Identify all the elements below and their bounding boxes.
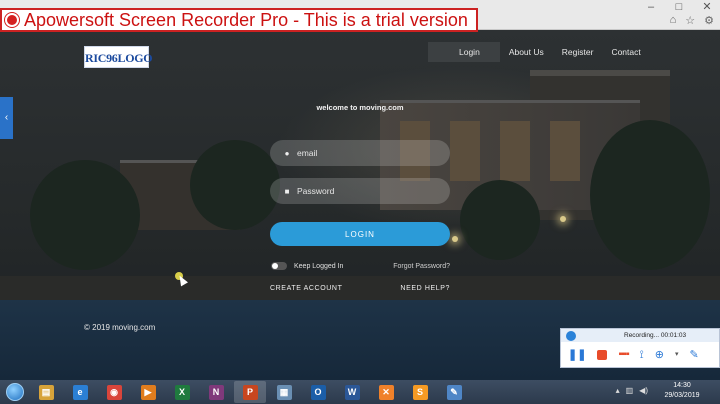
volume-icon[interactable]: ◀) — [639, 386, 648, 395]
password-field[interactable] — [297, 186, 447, 196]
outlook-icon: O — [310, 384, 326, 400]
taskbar-app[interactable]: ✎ — [438, 381, 470, 403]
create-account-link[interactable]: CREATE ACCOUNT — [270, 285, 342, 292]
taskbar-app[interactable]: N — [200, 381, 232, 403]
marker-icon[interactable]: ⟟ — [640, 348, 644, 362]
powerpoint-icon: P — [242, 384, 258, 400]
background-tree — [30, 160, 140, 270]
paint-icon: ✎ — [446, 384, 462, 400]
taskbar-app[interactable]: P — [234, 381, 266, 403]
recorder-logo-icon — [5, 13, 19, 27]
taskbar-app[interactable]: O — [302, 381, 334, 403]
background-tree — [460, 180, 540, 260]
minimize-icon[interactable]: – — [644, 0, 658, 14]
clock-time: 14:30 — [673, 382, 691, 389]
recorder-toolbar: ❚❚ ▪▪▪▪ ⟟ ⊕ ▾ ✎ — [561, 342, 719, 368]
photos-icon: ▦ — [276, 384, 292, 400]
copyright: © 2019 moving.com — [84, 323, 156, 332]
window-controls: – □ ✕ — [644, 0, 714, 14]
taskbar-app[interactable]: e — [64, 381, 96, 403]
clock[interactable]: 14:30 29/03/2019 — [652, 381, 712, 401]
taskbar-app[interactable]: ◉ — [98, 381, 130, 403]
lamp — [452, 236, 458, 242]
lock-icon: ■ — [284, 186, 290, 196]
recording-status: Recording... 00:01:03 — [624, 332, 687, 339]
close-icon[interactable]: ✕ — [700, 0, 714, 14]
email-field-wrapper: ● — [270, 140, 450, 166]
background-tree — [190, 140, 280, 230]
nav-register[interactable]: Register — [553, 42, 603, 62]
onenote-icon: N — [208, 384, 224, 400]
taskbar-app[interactable]: ▦ — [268, 381, 300, 403]
word-icon: W — [344, 384, 360, 400]
chevron-down-icon[interactable]: ▾ — [675, 348, 679, 362]
pause-icon[interactable]: ❚❚ — [568, 348, 586, 362]
taskbar-app[interactable]: S — [404, 381, 436, 403]
taskbar-app[interactable]: ▶ — [132, 381, 164, 403]
welcome-heading: welcome to moving.com — [316, 103, 404, 112]
nav-login[interactable]: Login — [428, 42, 500, 62]
need-help-link[interactable]: NEED HELP? — [400, 285, 450, 292]
pen-icon[interactable]: ✎ — [689, 348, 698, 362]
home-icon[interactable]: ⌂ — [670, 14, 677, 27]
annotation-dots-icon[interactable]: ▪▪▪▪ — [618, 348, 629, 362]
taskbar: ▤ e ◉ ▶ X N P ▦ O W ✕ S ✎ ▴ ▥ ◀) 14:30 29/03/2019 — [0, 380, 720, 404]
media-player-icon: ▶ — [140, 384, 156, 400]
user-icon: ● — [284, 148, 290, 158]
lamp — [560, 216, 566, 222]
recorder-app-icon — [566, 330, 576, 341]
settings-icon[interactable]: ⚙ — [704, 14, 714, 27]
keep-logged-in-toggle[interactable] — [271, 262, 287, 270]
chrome-icon: ◉ — [106, 384, 122, 400]
keep-logged-in: Keep Logged In — [271, 262, 343, 270]
system-tray: ▴ ▥ ◀) — [616, 386, 648, 395]
taskbar-app[interactable]: ▤ — [30, 381, 62, 403]
nav-contact[interactable]: Contact — [602, 42, 649, 62]
password-field-wrapper: ■ — [270, 178, 450, 204]
excel-icon: X — [174, 384, 190, 400]
taskbar-app[interactable]: X — [166, 381, 198, 403]
pool-deck — [0, 276, 720, 302]
top-nav: Login About Us Register Contact — [428, 42, 650, 62]
sublime-icon: S — [412, 384, 428, 400]
forgot-password-link[interactable]: Forgot Password? — [393, 263, 450, 270]
taskbar-app[interactable]: W — [336, 381, 368, 403]
explorer-icon: ▤ — [38, 384, 54, 400]
background-tree — [590, 120, 710, 270]
start-button[interactable] — [0, 380, 30, 404]
taskbar-apps: ▤ e ◉ ▶ X N P ▦ O W ✕ S ✎ — [30, 381, 472, 403]
site-logo[interactable]: RIC96LOGO — [84, 46, 153, 68]
email-field[interactable] — [297, 148, 447, 158]
side-back-tab[interactable]: ‹ — [0, 97, 13, 139]
trial-banner: Apowersoft Screen Recorder Pro - This is… — [0, 8, 478, 32]
recorder-header: Recording... 00:01:03 — [561, 329, 719, 342]
zoom-icon[interactable]: ⊕ — [655, 348, 664, 362]
ie-icon: e — [72, 384, 88, 400]
windows-icon — [6, 383, 24, 401]
recorder-widget: Recording... 00:01:03 ❚❚ ▪▪▪▪ ⟟ ⊕ ▾ ✎ — [560, 328, 720, 368]
network-icon[interactable]: ▥ — [626, 386, 634, 395]
keep-logged-in-label: Keep Logged In — [294, 262, 344, 270]
chevron-up-icon[interactable]: ▴ — [616, 386, 620, 395]
favorites-icon[interactable]: ☆ — [685, 14, 695, 27]
stop-icon[interactable] — [597, 350, 608, 360]
clock-date: 29/03/2019 — [664, 392, 700, 399]
taskbar-app[interactable]: ✕ — [370, 381, 402, 403]
browser-toolbar-icons: ⌂ ☆ ⚙ — [670, 14, 714, 27]
maximize-icon[interactable]: □ — [672, 0, 686, 14]
trial-banner-text: Apowersoft Screen Recorder Pro - This is… — [24, 10, 468, 30]
login-button[interactable]: LOGIN — [270, 222, 450, 246]
nav-about-us[interactable]: About Us — [500, 42, 553, 62]
xampp-icon: ✕ — [378, 384, 394, 400]
